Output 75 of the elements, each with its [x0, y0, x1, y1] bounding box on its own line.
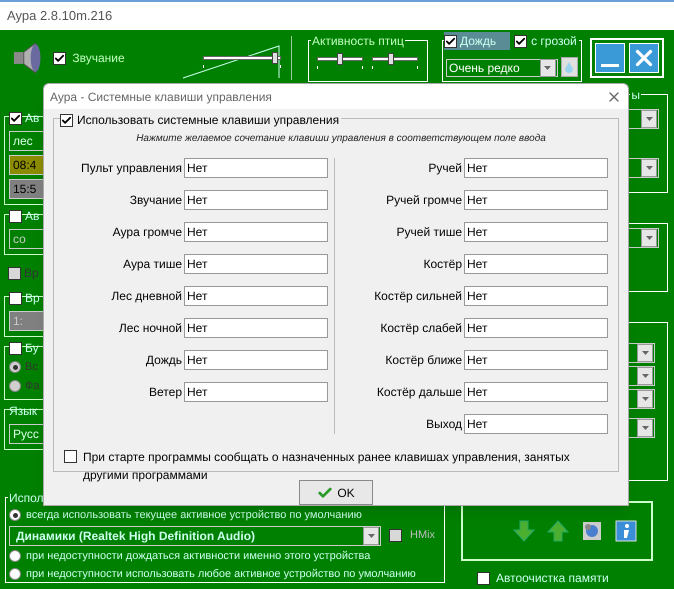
checkbox[interactable]	[9, 210, 22, 222]
radio-button[interactable]	[9, 509, 21, 522]
hotkey-field[interactable]: Нет	[464, 254, 608, 274]
minimize-button[interactable]	[595, 43, 625, 73]
hotkey-label: Аура тише	[123, 256, 182, 273]
device-select[interactable]: Динамики (Realtek High Definition Audio)	[9, 526, 381, 546]
hotkey-label: Ветер	[149, 384, 182, 401]
checkmark-icon	[317, 484, 334, 500]
hotkey-field[interactable]: Нет	[184, 318, 328, 338]
hotkey-field[interactable]: Нет	[184, 350, 328, 370]
slider-track[interactable]	[317, 53, 364, 69]
memory-label: Автоочистка памяти	[496, 570, 609, 587]
radio-button[interactable]	[9, 550, 21, 562]
hotkey-field[interactable]: Нет	[184, 222, 328, 242]
drop-icon[interactable]	[560, 57, 578, 77]
hotkey-label: Лес дневной	[111, 288, 182, 305]
frequency-select[interactable]: Очень редко	[446, 59, 558, 77]
checkbox[interactable]	[9, 342, 22, 354]
close-button[interactable]	[629, 43, 659, 73]
option-label: при недоступности использовать любое активное устройство по умолчанию	[26, 567, 416, 582]
slider-thumb[interactable]	[337, 53, 344, 65]
ok-button[interactable]: OK	[299, 480, 373, 505]
slider-thumb[interactable]	[388, 53, 394, 65]
info-icon[interactable]	[615, 520, 637, 542]
hotkey-field[interactable]: Нет	[464, 222, 608, 242]
checkbox[interactable]	[64, 450, 77, 463]
hotkey-label: Костёр	[423, 256, 462, 273]
slider-track[interactable]	[202, 52, 281, 68]
hotkey-field[interactable]: Нет	[184, 254, 328, 274]
option-label: Вс	[25, 360, 38, 375]
dialog-title: Аура - Системные клавиши управления	[50, 88, 273, 106]
hotkey-label: Звучание	[130, 192, 182, 209]
hotkey-label: Выход	[426, 416, 462, 433]
use-keys-label: Использовать системные клавиши управления	[77, 112, 340, 129]
option-label: Вр	[24, 265, 39, 282]
hotkey-label: Пульт управления	[81, 160, 182, 177]
hotkey-label: Лес ночной	[118, 320, 182, 337]
hotkey-field[interactable]: Нет	[184, 382, 328, 402]
option-label: при недоступности дождаться активности именно этого устройства	[26, 548, 370, 564]
hotkey-label: Ручей тише	[396, 224, 462, 241]
hotkey-label: Ручей	[428, 160, 462, 177]
checkbox[interactable]	[53, 52, 66, 64]
hotkey-field[interactable]: Нет	[184, 286, 328, 306]
sound-label: Звучание	[72, 50, 125, 67]
slider-thumb[interactable]	[272, 52, 278, 64]
hotkey-label: Костёр дальше	[376, 384, 462, 401]
checkbox[interactable]	[9, 112, 22, 124]
hotkey-field[interactable]: Нет	[464, 158, 608, 178]
hotkey-label: Костёр ближе	[385, 352, 462, 369]
hotkey-label: Ручей громче	[386, 192, 462, 209]
radio-button[interactable]	[9, 568, 21, 580]
option-label: Фа	[25, 378, 40, 394]
hotkey-field[interactable]: Нет	[464, 318, 608, 338]
hotkey-field[interactable]: Нет	[464, 350, 608, 370]
hotkey-field[interactable]: Нет	[464, 382, 608, 402]
hotkey-field[interactable]: Нет	[184, 190, 328, 210]
hotkey-field[interactable]: Нет	[464, 190, 608, 210]
hotkey-field[interactable]: Нет	[184, 158, 328, 178]
checkbox[interactable]	[477, 572, 490, 584]
hotkey-field[interactable]: Нет	[464, 414, 608, 434]
hotkey-label: Дождь	[146, 352, 182, 369]
checkbox[interactable]	[444, 34, 457, 48]
slider-track[interactable]	[372, 53, 418, 69]
checkbox[interactable]	[9, 292, 22, 304]
hotkey-label: Аура громче	[112, 224, 182, 241]
hint-text: Нажмите желаемое сочетание клавиши управления в соответствующем поле ввода	[135, 132, 547, 146]
hmix-label: HMix	[410, 528, 436, 544]
checkbox[interactable]	[514, 34, 528, 48]
hotkey-label: Костёр сильней	[374, 288, 462, 305]
hotkey-label: Костёр слабей	[380, 320, 462, 337]
thunder-label: с грозой	[531, 33, 578, 50]
hotkey-field[interactable]: Нет	[464, 286, 608, 306]
window-title: Аура 2.8.10m.216	[7, 7, 112, 26]
checkbox[interactable]	[60, 114, 73, 126]
option-label: всегда использовать текущее активное устройство по умолчанию	[26, 508, 362, 523]
